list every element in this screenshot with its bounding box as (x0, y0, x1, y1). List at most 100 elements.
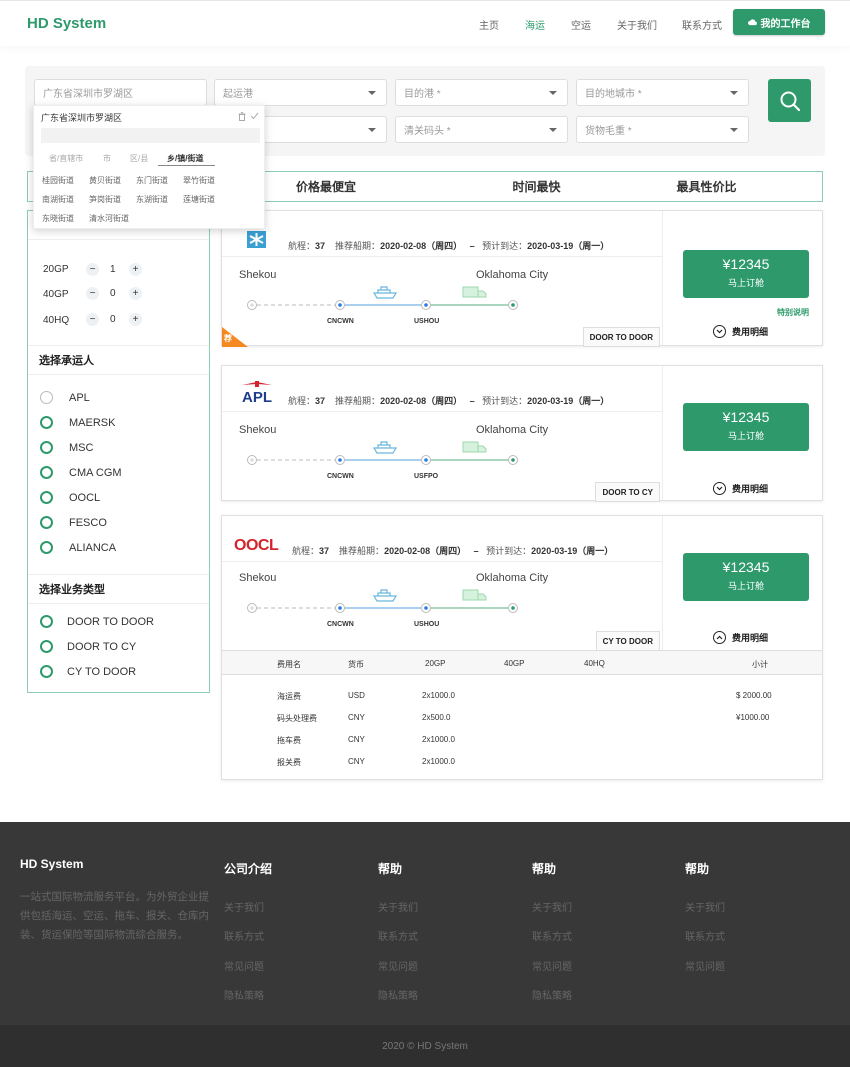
cargo-weight-select[interactable]: 货物毛重 * (576, 116, 749, 143)
decrement-20gp-button[interactable]: − (86, 263, 99, 276)
region-item[interactable]: 笋岗街道 (89, 194, 121, 205)
fee-row: 码头处理费 CNY 2x500.0 ¥1000.00 (277, 713, 770, 723)
book-now-button[interactable]: ¥12345 马上订舱 (683, 250, 809, 298)
region-picker-dropdown: 广东省深圳市罗湖区 省/直辖市 市 区/县 乡/镇/街道 桂园街道 黄贝街道 东… (33, 105, 265, 229)
top-navbar: HD System 主页 海运 空运 关于我们 联系方式 我的工作台 (0, 0, 850, 46)
chevron-down-icon (368, 128, 376, 132)
fee-details-toggle[interactable]: 费用明细 (713, 482, 768, 495)
tab-district[interactable]: 区/县 (130, 153, 148, 164)
fee-details-toggle[interactable]: 费用明细 (713, 325, 768, 338)
route-node-dot (338, 458, 342, 462)
footer-link[interactable]: 联系方式 (224, 928, 264, 943)
increment-40hq-button[interactable]: + (129, 313, 142, 326)
tab-city[interactable]: 市 (103, 153, 111, 164)
increment-20gp-button[interactable]: + (129, 263, 142, 276)
result-card: APL 航程：37 推荐船期：2020-02-08（周四） – 预计到达：202… (221, 365, 823, 502)
nav-about[interactable]: 关于我们 (617, 17, 657, 32)
destination-city: Oklahoma City (476, 572, 549, 584)
customs-terminal-select[interactable]: 清关码头 * (395, 116, 568, 143)
region-item[interactable]: 桂园街道 (42, 175, 74, 186)
region-item[interactable]: 翠竹街道 (183, 175, 215, 186)
workbench-button[interactable]: 我的工作台 (733, 9, 825, 35)
price: ¥12345 (722, 559, 770, 575)
footer-link[interactable]: 关于我们 (378, 899, 418, 914)
origin-address-input[interactable]: 广东省深圳市罗湖区 (34, 79, 207, 106)
footer-link[interactable]: 常见问题 (685, 958, 725, 973)
book-now-button[interactable]: ¥12345 马上订舱 (683, 553, 809, 601)
footer-link[interactable]: 关于我们 (685, 899, 725, 914)
check-icon[interactable] (250, 112, 259, 120)
radio-maersk[interactable] (40, 416, 53, 429)
business-type-label[interactable]: DOOR TO DOOR (67, 616, 154, 628)
svg-text:APL: APL (242, 389, 272, 404)
region-item[interactable]: 东门街道 (136, 175, 168, 186)
radio-oocl[interactable] (40, 491, 53, 504)
carrier-label[interactable]: MSC (69, 442, 93, 454)
increment-40gp-button[interactable]: + (129, 287, 142, 300)
footer-link[interactable]: 联系方式 (532, 928, 572, 943)
route-node-dot (424, 303, 428, 307)
nav-home[interactable]: 主页 (479, 17, 499, 32)
count-40hq: 0 (110, 314, 116, 325)
trash-icon[interactable] (238, 112, 246, 121)
footer-col-title: 公司介绍 (224, 862, 273, 876)
radio-apl[interactable] (40, 391, 53, 404)
sort-fastest[interactable]: 时间最快 (439, 172, 634, 201)
tab-street[interactable]: 乡/镇/街道 (167, 153, 203, 164)
radio-door-to-cy[interactable] (40, 640, 53, 653)
oocl-logo-icon: OOCL (234, 536, 290, 554)
radio-fesco[interactable] (40, 516, 53, 529)
footer-link[interactable]: 关于我们 (224, 899, 264, 914)
radio-msc[interactable] (40, 441, 53, 454)
nav-sea-freight[interactable]: 海运 (525, 17, 545, 32)
decrement-40hq-button[interactable]: − (86, 313, 99, 326)
business-type-heading: 选择业务类型 (28, 574, 209, 604)
region-item[interactable]: 黄贝街道 (89, 175, 121, 186)
nav-contact[interactable]: 联系方式 (682, 17, 722, 32)
search-button[interactable] (768, 79, 811, 122)
sort-best-value[interactable]: 最具性价比 (634, 172, 779, 201)
footer-link[interactable]: 常见问题 (378, 958, 418, 973)
footer-description: 一站式国际物流服务平台。为外贸企业提供包括海运、空运、拖车、报关、仓库内装、货运… (20, 891, 209, 941)
special-note-link[interactable]: 特别说明 (777, 307, 809, 318)
region-item[interactable]: 南湖街道 (42, 194, 74, 205)
footer-link[interactable]: 隐私策略 (224, 987, 264, 1002)
carrier-label[interactable]: FESCO (69, 517, 107, 529)
route-node-dot (338, 303, 342, 307)
region-search-input[interactable] (41, 128, 260, 143)
chevron-down-icon (730, 128, 738, 132)
region-item[interactable]: 莲塘街道 (183, 194, 215, 205)
footer-link[interactable]: 联系方式 (378, 928, 418, 943)
carrier-label[interactable]: CMA CGM (69, 467, 122, 479)
carrier-label[interactable]: MAERSK (69, 417, 115, 429)
radio-alianca[interactable] (40, 541, 53, 554)
decrement-40gp-button[interactable]: − (86, 287, 99, 300)
nav-air-freight[interactable]: 空运 (571, 17, 591, 32)
book-now-button[interactable]: ¥12345 马上订舱 (683, 403, 809, 451)
dest-city-select[interactable]: 目的地城市 * (576, 79, 749, 106)
business-type-label[interactable]: CY TO DOOR (67, 666, 136, 678)
footer-link[interactable]: 隐私策略 (532, 987, 572, 1002)
site-logo[interactable]: HD System (27, 15, 106, 32)
radio-cy-to-door[interactable] (40, 665, 53, 678)
origin-port-select[interactable]: 起运港 (214, 79, 387, 106)
footer-link[interactable]: 常见问题 (224, 958, 264, 973)
footer-link[interactable]: 联系方式 (685, 928, 725, 943)
business-type-label[interactable]: DOOR TO CY (67, 641, 136, 653)
radio-cma-cgm[interactable] (40, 466, 53, 479)
carrier-label[interactable]: ALIANCA (69, 542, 116, 554)
footer-link[interactable]: 关于我们 (532, 899, 572, 914)
region-item[interactable]: 东晓街道 (42, 213, 74, 224)
carrier-label[interactable]: OOCL (69, 492, 100, 504)
dest-port-select[interactable]: 目的港 * (395, 79, 568, 106)
carrier-label[interactable]: APL (69, 392, 90, 404)
region-item[interactable]: 东湖街道 (136, 194, 168, 205)
radio-door-to-door[interactable] (40, 615, 53, 628)
tab-province[interactable]: 省/直辖市 (49, 153, 83, 164)
price: ¥12345 (722, 409, 770, 425)
region-item[interactable]: 清水河街道 (89, 213, 129, 224)
truck-icon (462, 286, 487, 298)
fee-details-toggle[interactable]: 费用明细 (713, 631, 768, 644)
footer-link[interactable]: 常见问题 (532, 958, 572, 973)
footer-link[interactable]: 隐私策略 (378, 987, 418, 1002)
